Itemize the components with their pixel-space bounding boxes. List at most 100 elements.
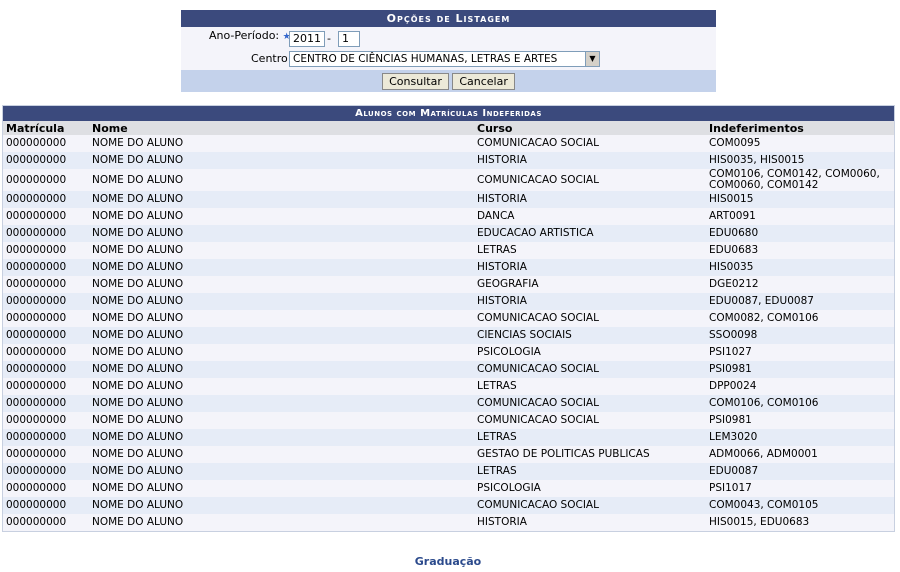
- curso-cell: COMUNICACAO SOCIAL: [474, 497, 706, 514]
- matricula-cell: 000000000: [3, 310, 89, 327]
- table-row: 000000000 NOME DO ALUNO LETRAS LEM3020: [3, 429, 894, 446]
- col-curso: Curso: [474, 121, 706, 135]
- matricula-cell: 000000000: [3, 446, 89, 463]
- curso-cell: COMUNICACAO SOCIAL: [474, 395, 706, 412]
- matricula-cell: 000000000: [3, 276, 89, 293]
- nome-cell: NOME DO ALUNO: [89, 514, 474, 531]
- curso-cell: COMUNICACAO SOCIAL: [474, 310, 706, 327]
- curso-cell: COMUNICACAO SOCIAL: [474, 412, 706, 429]
- nome-cell: NOME DO ALUNO: [89, 463, 474, 480]
- indeferimentos-cell: HIS0015, EDU0683: [706, 514, 894, 531]
- nome-cell: NOME DO ALUNO: [89, 361, 474, 378]
- curso-cell: LETRAS: [474, 463, 706, 480]
- matricula-cell: 000000000: [3, 429, 89, 446]
- curso-cell: GESTAO DE POLITICAS PUBLICAS: [474, 446, 706, 463]
- matricula-cell: 000000000: [3, 378, 89, 395]
- nome-cell: NOME DO ALUNO: [89, 310, 474, 327]
- curso-cell: HISTORIA: [474, 293, 706, 310]
- indeferimentos-cell: HIS0015: [706, 191, 894, 208]
- matricula-cell: 000000000: [3, 242, 89, 259]
- table-row: 000000000 NOME DO ALUNO HISTORIA HIS0035: [3, 259, 894, 276]
- chevron-down-icon[interactable]: ▼: [585, 52, 599, 66]
- curso-cell: CIENCIAS SOCIAIS: [474, 327, 706, 344]
- matricula-cell: 000000000: [3, 225, 89, 242]
- nome-cell: NOME DO ALUNO: [89, 378, 474, 395]
- indeferimentos-cell: COM0106, COM0106: [706, 395, 894, 412]
- indeferimentos-cell: EDU0683: [706, 242, 894, 259]
- results-table: Matrícula Nome Curso Indeferimentos 0000…: [3, 121, 894, 531]
- ano-input[interactable]: 2011: [289, 31, 325, 47]
- nome-cell: NOME DO ALUNO: [89, 412, 474, 429]
- nome-cell: NOME DO ALUNO: [89, 395, 474, 412]
- nome-cell: NOME DO ALUNO: [89, 208, 474, 225]
- curso-cell: EDUCACAO ARTISTICA: [474, 225, 706, 242]
- curso-cell: HISTORIA: [474, 259, 706, 276]
- table-row: 000000000 NOME DO ALUNO LETRAS EDU0683: [3, 242, 894, 259]
- table-row: 000000000 NOME DO ALUNO CIENCIAS SOCIAIS SS…: [3, 327, 894, 344]
- curso-cell: DANCA: [474, 208, 706, 225]
- indeferimentos-cell: LEM3020: [706, 429, 894, 446]
- matricula-cell: 000000000: [3, 480, 89, 497]
- curso-cell: HISTORIA: [474, 191, 706, 208]
- indeferimentos-cell: DGE0212: [706, 276, 894, 293]
- cancelar-button[interactable]: Cancelar: [452, 73, 515, 90]
- curso-cell: LETRAS: [474, 429, 706, 446]
- ano-periodo-label: Ano-Período: ★: [209, 29, 291, 42]
- nome-cell: NOME DO ALUNO: [89, 293, 474, 310]
- ano-periodo-label-text: Ano-Período:: [209, 29, 280, 42]
- indeferimentos-cell: DPP0024: [706, 378, 894, 395]
- curso-cell: HISTORIA: [474, 514, 706, 531]
- nome-cell: NOME DO ALUNO: [89, 225, 474, 242]
- matricula-cell: 000000000: [3, 361, 89, 378]
- periodo-separator: -: [327, 32, 331, 45]
- matricula-cell: 000000000: [3, 395, 89, 412]
- centro-label: Centro: [251, 52, 288, 65]
- matricula-cell: 000000000: [3, 514, 89, 531]
- matricula-cell: 000000000: [3, 135, 89, 152]
- indeferimentos-cell: EDU0680: [706, 225, 894, 242]
- table-row: 000000000 NOME DO ALUNO COMUNICACAO SOCIAL…: [3, 361, 894, 378]
- indeferimentos-cell: ART0091: [706, 208, 894, 225]
- nome-cell: NOME DO ALUNO: [89, 259, 474, 276]
- options-footer: Consultar Cancelar: [181, 70, 716, 92]
- options-body: Ano-Período: ★ 2011 - 1 Centro CENTRO DE…: [181, 27, 716, 70]
- table-row: 000000000 NOME DO ALUNO HISTORIA HIS0015: [3, 191, 894, 208]
- centro-select[interactable]: CENTRO DE CIÊNCIAS HUMANAS, LETRAS E ART…: [289, 51, 600, 67]
- col-nome: Nome: [89, 121, 474, 135]
- indeferimentos-cell: PSI1027: [706, 344, 894, 361]
- matricula-cell: 000000000: [3, 191, 89, 208]
- curso-cell: LETRAS: [474, 242, 706, 259]
- nome-cell: NOME DO ALUNO: [89, 480, 474, 497]
- nome-cell: NOME DO ALUNO: [89, 497, 474, 514]
- matricula-cell: 000000000: [3, 327, 89, 344]
- curso-cell: COMUNICACAO SOCIAL: [474, 135, 706, 152]
- curso-cell: HISTORIA: [474, 152, 706, 169]
- table-row: 000000000 NOME DO ALUNO COMUNICACAO SOCIAL…: [3, 497, 894, 514]
- nome-cell: NOME DO ALUNO: [89, 191, 474, 208]
- matricula-cell: 000000000: [3, 344, 89, 361]
- options-panel: Opções de Listagem Ano-Período: ★ 2011 -…: [181, 10, 716, 92]
- matricula-cell: 000000000: [3, 412, 89, 429]
- table-row: 000000000 NOME DO ALUNO COMUNICACAO SOCIAL…: [3, 169, 894, 191]
- table-row: 000000000 NOME DO ALUNO EDUCACAO ARTISTICA…: [3, 225, 894, 242]
- table-row: 000000000 NOME DO ALUNO COMUNICACAO SOCIAL…: [3, 135, 894, 152]
- table-row: 000000000 NOME DO ALUNO GESTAO DE POLITICA…: [3, 446, 894, 463]
- graduacao-link[interactable]: Graduação: [0, 555, 896, 568]
- table-row: 000000000 NOME DO ALUNO LETRAS DPP0024: [3, 378, 894, 395]
- indeferimentos-cell: PSI0981: [706, 412, 894, 429]
- consultar-button[interactable]: Consultar: [382, 73, 449, 90]
- indeferimentos-cell: HIS0035, HIS0015: [706, 152, 894, 169]
- matricula-cell: 000000000: [3, 259, 89, 276]
- nome-cell: NOME DO ALUNO: [89, 152, 474, 169]
- indeferimentos-cell: COM0095: [706, 135, 894, 152]
- col-matricula: Matrícula: [3, 121, 89, 135]
- matricula-cell: 000000000: [3, 463, 89, 480]
- periodo-input[interactable]: 1: [338, 31, 360, 47]
- matricula-cell: 000000000: [3, 169, 89, 191]
- nome-cell: NOME DO ALUNO: [89, 169, 474, 191]
- indeferimentos-cell: COM0043, COM0105: [706, 497, 894, 514]
- curso-cell: COMUNICACAO SOCIAL: [474, 361, 706, 378]
- curso-cell: COMUNICACAO SOCIAL: [474, 169, 706, 191]
- nome-cell: NOME DO ALUNO: [89, 135, 474, 152]
- table-row: 000000000 NOME DO ALUNO HISTORIA HIS0015, E…: [3, 514, 894, 531]
